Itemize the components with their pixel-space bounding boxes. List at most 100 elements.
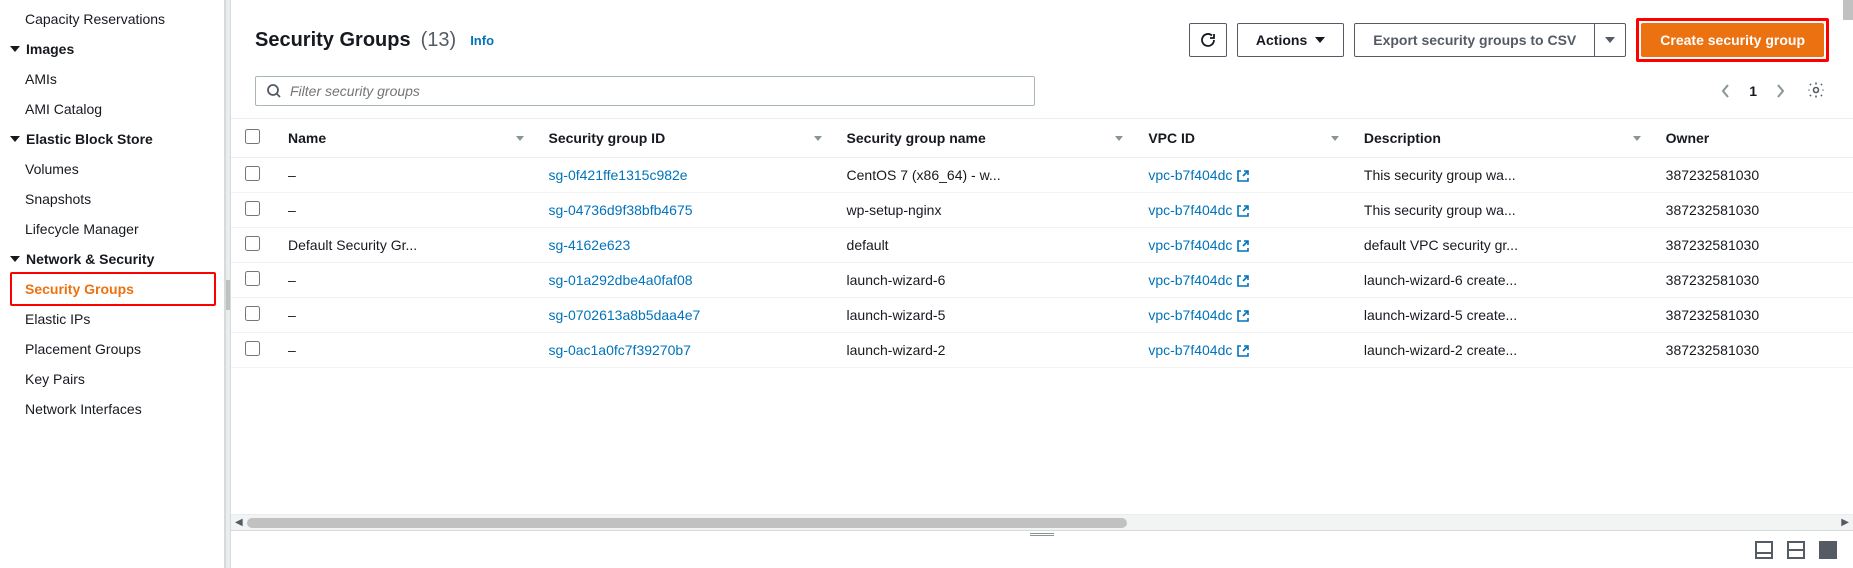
- cell-sgid[interactable]: sg-0ac1a0fc7f39270b7: [535, 333, 833, 368]
- sort-icon: [1330, 133, 1340, 143]
- refresh-icon: [1200, 32, 1216, 48]
- external-link-icon: [1236, 169, 1250, 183]
- filter-row: 1: [231, 68, 1853, 118]
- sidebar-item-capacity-reservations[interactable]: Capacity Reservations: [0, 4, 224, 34]
- cell-owner: 387232581030: [1652, 298, 1853, 333]
- panel-view-full-button[interactable]: [1819, 541, 1837, 559]
- cell-name: Default Security Gr...: [274, 228, 535, 263]
- cell-sgid[interactable]: sg-04736d9f38bfb4675: [535, 193, 833, 228]
- row-checkbox[interactable]: [245, 236, 260, 251]
- cell-vpcid[interactable]: vpc-b7f404dc: [1134, 193, 1350, 228]
- cell-sgid[interactable]: sg-0702613a8b5daa4e7: [535, 298, 833, 333]
- pagination: 1: [1721, 77, 1829, 106]
- sidebar-item-volumes[interactable]: Volumes: [0, 154, 224, 184]
- sidebar-section-images[interactable]: Images: [0, 34, 224, 64]
- caret-down-icon: [10, 136, 20, 142]
- caret-down-icon: [1605, 37, 1615, 43]
- row-checkbox[interactable]: [245, 166, 260, 181]
- cell-vpcid[interactable]: vpc-b7f404dc: [1134, 228, 1350, 263]
- caret-down-icon: [1315, 37, 1325, 43]
- settings-button[interactable]: [1803, 77, 1829, 106]
- sidebar-section-network-security[interactable]: Network & Security: [0, 244, 224, 274]
- export-dropdown-toggle[interactable]: [1594, 24, 1625, 56]
- table-row[interactable]: –sg-01a292dbe4a0faf08launch-wizard-6vpc-…: [231, 263, 1853, 298]
- select-all-checkbox[interactable]: [245, 129, 260, 144]
- scrollbar-thumb[interactable]: [247, 518, 1127, 528]
- actions-button[interactable]: Actions: [1237, 23, 1344, 57]
- external-link-icon: [1236, 274, 1250, 288]
- column-header-description[interactable]: Description: [1350, 119, 1652, 158]
- next-page-button[interactable]: [1775, 83, 1785, 99]
- cell-description: launch-wizard-5 create...: [1350, 298, 1652, 333]
- cell-name: –: [274, 158, 535, 193]
- cell-sgid[interactable]: sg-4162e623: [535, 228, 833, 263]
- table-row[interactable]: –sg-0ac1a0fc7f39270b7launch-wizard-2vpc-…: [231, 333, 1853, 368]
- cell-vpcid[interactable]: vpc-b7f404dc: [1134, 298, 1350, 333]
- panel-drag-handle[interactable]: [1030, 533, 1054, 536]
- external-link-icon: [1236, 204, 1250, 218]
- sidebar-item-placement-groups[interactable]: Placement Groups: [0, 334, 224, 364]
- actions-label: Actions: [1256, 32, 1307, 48]
- table-row[interactable]: –sg-0f421ffe1315c982eCentOS 7 (x86_64) -…: [231, 158, 1853, 193]
- sort-icon: [813, 133, 823, 143]
- cell-vpcid[interactable]: vpc-b7f404dc: [1134, 333, 1350, 368]
- cell-sgname: default: [833, 228, 1135, 263]
- scroll-left-icon: ◀: [235, 517, 243, 528]
- refresh-button[interactable]: [1189, 23, 1227, 57]
- cell-sgid[interactable]: sg-01a292dbe4a0faf08: [535, 263, 833, 298]
- main-content: Security Groups (13) Info Actions Export…: [231, 0, 1853, 568]
- sidebar-item-elastic-ips[interactable]: Elastic IPs: [0, 304, 224, 334]
- panel-view-compact-button[interactable]: [1755, 541, 1773, 559]
- header-actions: Actions Export security groups to CSV Cr…: [1189, 18, 1829, 62]
- export-label: Export security groups to CSV: [1355, 24, 1594, 56]
- table-row[interactable]: –sg-04736d9f38bfb4675wp-setup-nginxvpc-b…: [231, 193, 1853, 228]
- row-checkbox[interactable]: [245, 306, 260, 321]
- panel-view-split-button[interactable]: [1787, 541, 1805, 559]
- external-link-icon: [1236, 344, 1250, 358]
- column-header-vpcid[interactable]: VPC ID: [1134, 119, 1350, 158]
- sidebar-section-label: Network & Security: [26, 251, 154, 267]
- vertical-scrollbar[interactable]: [1843, 0, 1853, 20]
- cell-owner: 387232581030: [1652, 228, 1853, 263]
- cell-owner: 387232581030: [1652, 193, 1853, 228]
- prev-page-button[interactable]: [1721, 83, 1731, 99]
- cell-sgid[interactable]: sg-0f421ffe1315c982e: [535, 158, 833, 193]
- sidebar-section-label: Elastic Block Store: [26, 131, 153, 147]
- table-row[interactable]: Default Security Gr...sg-4162e623default…: [231, 228, 1853, 263]
- cell-vpcid[interactable]: vpc-b7f404dc: [1134, 158, 1350, 193]
- create-security-group-button[interactable]: Create security group: [1641, 23, 1824, 57]
- column-header-sgname[interactable]: Security group name: [833, 119, 1135, 158]
- column-header-name[interactable]: Name: [274, 119, 535, 158]
- cell-name: –: [274, 333, 535, 368]
- info-link[interactable]: Info: [470, 33, 494, 48]
- filter-box[interactable]: [255, 76, 1035, 106]
- caret-down-icon: [10, 46, 20, 52]
- scroll-right-icon: ▶: [1841, 517, 1849, 528]
- table-header-row: Name Security group ID Security group na…: [231, 119, 1853, 158]
- sidebar-item-snapshots[interactable]: Snapshots: [0, 184, 224, 214]
- sidebar-item-lifecycle-manager[interactable]: Lifecycle Manager: [0, 214, 224, 244]
- sidebar-item-amis[interactable]: AMIs: [0, 64, 224, 94]
- highlight-annotation: Create security group: [1636, 18, 1829, 62]
- row-checkbox[interactable]: [245, 341, 260, 356]
- sidebar-item-key-pairs[interactable]: Key Pairs: [0, 364, 224, 394]
- cell-sgname: launch-wizard-2: [833, 333, 1135, 368]
- column-header-owner[interactable]: Owner: [1652, 119, 1853, 158]
- sidebar-item-ami-catalog[interactable]: AMI Catalog: [0, 94, 224, 124]
- page-header: Security Groups (13) Info Actions Export…: [231, 0, 1853, 68]
- row-checkbox[interactable]: [245, 271, 260, 286]
- page-number: 1: [1749, 83, 1757, 99]
- filter-input[interactable]: [290, 83, 1024, 99]
- horizontal-scrollbar[interactable]: ◀ ▶: [231, 514, 1853, 530]
- sidebar-item-security-groups[interactable]: Security Groups: [10, 272, 216, 306]
- column-header-sgid[interactable]: Security group ID: [535, 119, 833, 158]
- external-link-icon: [1236, 239, 1250, 253]
- sidebar-section-ebs[interactable]: Elastic Block Store: [0, 124, 224, 154]
- page-title: Security Groups: [255, 29, 411, 52]
- cell-vpcid[interactable]: vpc-b7f404dc: [1134, 263, 1350, 298]
- gear-icon: [1807, 81, 1825, 99]
- export-button[interactable]: Export security groups to CSV: [1354, 23, 1626, 57]
- sidebar-item-network-interfaces[interactable]: Network Interfaces: [0, 394, 224, 424]
- row-checkbox[interactable]: [245, 201, 260, 216]
- table-row[interactable]: –sg-0702613a8b5daa4e7launch-wizard-5vpc-…: [231, 298, 1853, 333]
